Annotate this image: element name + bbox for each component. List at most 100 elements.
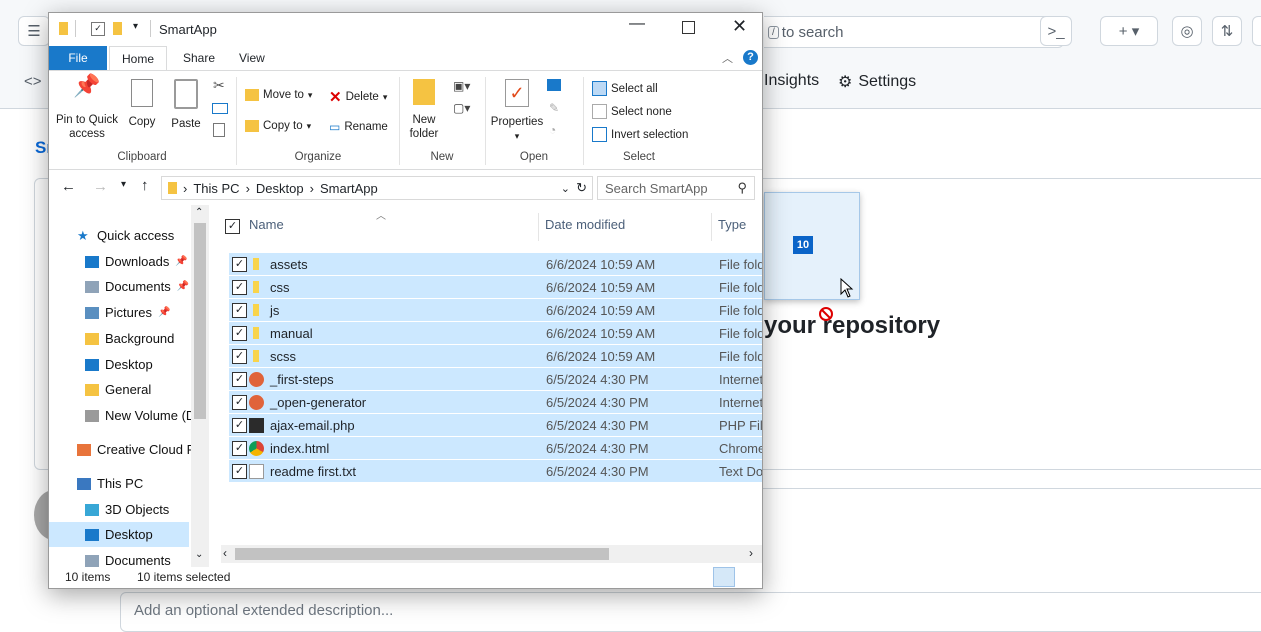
sort-ascending-icon: ︿	[376, 211, 386, 222]
copy-button[interactable]: Copy	[125, 79, 159, 129]
select-none-button[interactable]: Select none	[592, 104, 672, 119]
copy-path-icon[interactable]	[212, 103, 228, 114]
refresh-icon[interactable]: ↻	[576, 180, 587, 196]
create-new-button[interactable]: + ▾	[1100, 16, 1158, 46]
close-button[interactable]: ✕	[732, 16, 747, 37]
tab-share[interactable]: Share	[171, 46, 227, 70]
inbox-button[interactable]	[1252, 16, 1261, 46]
breadcrumb-item[interactable]: Desktop	[256, 181, 304, 196]
row-checkbox[interactable]: ✓	[232, 394, 247, 410]
row-checkbox[interactable]: ✓	[232, 348, 247, 364]
issues-icon[interactable]: ◎	[1172, 16, 1202, 46]
easy-access-icon[interactable]: ▢▾	[453, 101, 470, 115]
select-all-checkbox[interactable]: ✓	[225, 219, 240, 234]
row-checkbox[interactable]: ✓	[232, 256, 247, 272]
file-row[interactable]: ✓ js 6/6/2024 10:59 AM File fold	[229, 299, 762, 321]
qat-dropdown-icon[interactable]: ▾	[133, 21, 138, 32]
paste-shortcut-icon[interactable]	[213, 123, 225, 137]
github-search-input[interactable]: / to search	[764, 16, 1064, 48]
new-folder-qat-icon[interactable]	[113, 22, 122, 35]
rename-button[interactable]: ▭ Rename	[329, 120, 388, 134]
address-bar[interactable]: › This PC › Desktop › SmartApp ⌄ ↻	[161, 176, 593, 200]
file-row[interactable]: ✓ scss 6/6/2024 10:59 AM File fold	[229, 345, 762, 367]
open-icon[interactable]	[547, 79, 561, 91]
move-to-button[interactable]: Move to ▾	[245, 89, 312, 101]
nav-item-label: This PC	[97, 476, 144, 491]
search-input[interactable]: Search SmartApp ⚲	[597, 176, 755, 200]
details-view-icon[interactable]	[713, 567, 735, 587]
scroll-down-icon[interactable]: ⌄	[195, 549, 203, 560]
help-icon[interactable]: ?	[743, 50, 758, 65]
tab-file[interactable]: File	[49, 46, 107, 70]
commit-description-input[interactable]: Add an optional extended description...	[120, 592, 1261, 632]
cut-icon[interactable]: ✂	[213, 77, 225, 94]
navigation-pane: ★ Quick access Downloads 📌 Documents 📌 Picture…	[49, 205, 209, 568]
file-row[interactable]: ✓ _open-generator 6/5/2024 4:30 PM Internet	[229, 391, 762, 413]
back-button[interactable]: ←	[61, 178, 76, 195]
row-checkbox[interactable]: ✓	[232, 302, 247, 318]
row-checkbox[interactable]: ✓	[232, 417, 247, 433]
address-dropdown-icon[interactable]: ⌄	[561, 182, 570, 195]
pull-requests-icon[interactable]: ⇅	[1212, 16, 1242, 46]
recent-locations-button[interactable]: ▾	[121, 179, 126, 190]
row-checkbox[interactable]: ✓	[232, 325, 247, 341]
tab-home[interactable]: Home	[109, 46, 167, 70]
minimize-button[interactable]: —	[629, 15, 645, 33]
column-header-type[interactable]: Type	[718, 217, 746, 232]
row-checkbox[interactable]: ✓	[232, 463, 247, 479]
file-row[interactable]: ✓ ajax-email.php 6/5/2024 4:30 PM PHP File	[229, 414, 762, 436]
file-date: 6/6/2024 10:59 AM	[546, 302, 656, 318]
hamburger-menu-button[interactable]: ☰	[18, 16, 50, 46]
row-checkbox[interactable]: ✓	[232, 371, 247, 387]
row-checkbox[interactable]: ✓	[232, 279, 247, 295]
row-checkbox[interactable]: ✓	[232, 440, 247, 456]
nav-scrollbar[interactable]: ⌃ ⌄	[191, 205, 209, 567]
history-icon[interactable]: ◔	[549, 123, 556, 137]
scroll-up-icon[interactable]: ⌃	[195, 207, 203, 218]
up-button[interactable]: ↑	[141, 177, 149, 194]
file-row[interactable]: ✓ css 6/6/2024 10:59 AM File fold	[229, 276, 762, 298]
file-row[interactable]: ✓ index.html 6/5/2024 4:30 PM Chrome	[229, 437, 762, 459]
code-icon[interactable]: <>	[24, 73, 42, 90]
edit-icon[interactable]: ✎	[549, 101, 559, 115]
scroll-thumb[interactable]	[235, 548, 609, 560]
file-row[interactable]: ✓ readme first.txt 6/5/2024 4:30 PM Text Do…	[229, 460, 762, 482]
new-folder-button[interactable]: New folder	[405, 79, 443, 141]
breadcrumb-item[interactable]: This PC	[193, 181, 239, 196]
title-bar[interactable]: ✓ ▾ SmartApp — ✕	[49, 13, 762, 45]
nav-item-label: Documents	[105, 279, 171, 294]
list-horizontal-scrollbar[interactable]: ‹ ›	[221, 545, 762, 563]
paste-button[interactable]: Paste	[169, 79, 203, 131]
selected-count: 10 items selected	[137, 570, 231, 584]
tab-settings[interactable]: ⚙ Settings	[838, 72, 916, 92]
file-row[interactable]: ✓ assets 6/6/2024 10:59 AM File fold	[229, 253, 762, 275]
nav-item-desktop[interactable]: Desktop	[49, 522, 189, 547]
file-row[interactable]: ✓ _first-steps 6/5/2024 4:30 PM Internet	[229, 368, 762, 390]
pin-to-quick-access-button[interactable]: 📌 Pin to Quick access	[55, 75, 119, 141]
select-all-button[interactable]: Select all	[592, 81, 658, 96]
new-item-icon[interactable]: ▣▾	[453, 79, 470, 93]
delete-button[interactable]: ✕ Delete ▾	[329, 88, 387, 106]
scroll-left-icon[interactable]: ‹	[223, 546, 227, 560]
properties-button[interactable]: ✓ Properties ▾	[489, 79, 545, 143]
file-type: File fold	[719, 302, 763, 318]
file-row[interactable]: ✓ manual 6/6/2024 10:59 AM File fold	[229, 322, 762, 344]
command-palette-button[interactable]: >_	[1040, 16, 1072, 46]
pictures-icon	[85, 306, 99, 319]
properties-qat-icon[interactable]: ✓	[91, 22, 105, 36]
large-icons-view-icon[interactable]	[737, 567, 757, 585]
forward-button[interactable]: →	[93, 178, 108, 195]
copy-to-button[interactable]: Copy to ▾	[245, 120, 311, 132]
tab-view[interactable]: View	[227, 46, 277, 70]
column-header-date[interactable]: Date modified	[545, 217, 625, 232]
maximize-button[interactable]	[682, 21, 695, 34]
tab-insights[interactable]: Insights	[764, 72, 819, 90]
folder-icon	[253, 350, 259, 362]
file-name: _open-generator	[270, 394, 367, 410]
invert-selection-button[interactable]: Invert selection	[592, 127, 688, 142]
breadcrumb-item[interactable]: SmartApp	[320, 181, 378, 196]
scroll-right-icon[interactable]: ›	[749, 546, 753, 560]
scroll-thumb[interactable]	[194, 223, 206, 419]
column-header-name[interactable]: Name	[249, 217, 284, 232]
collapse-ribbon-icon[interactable]: ︿	[722, 50, 733, 66]
